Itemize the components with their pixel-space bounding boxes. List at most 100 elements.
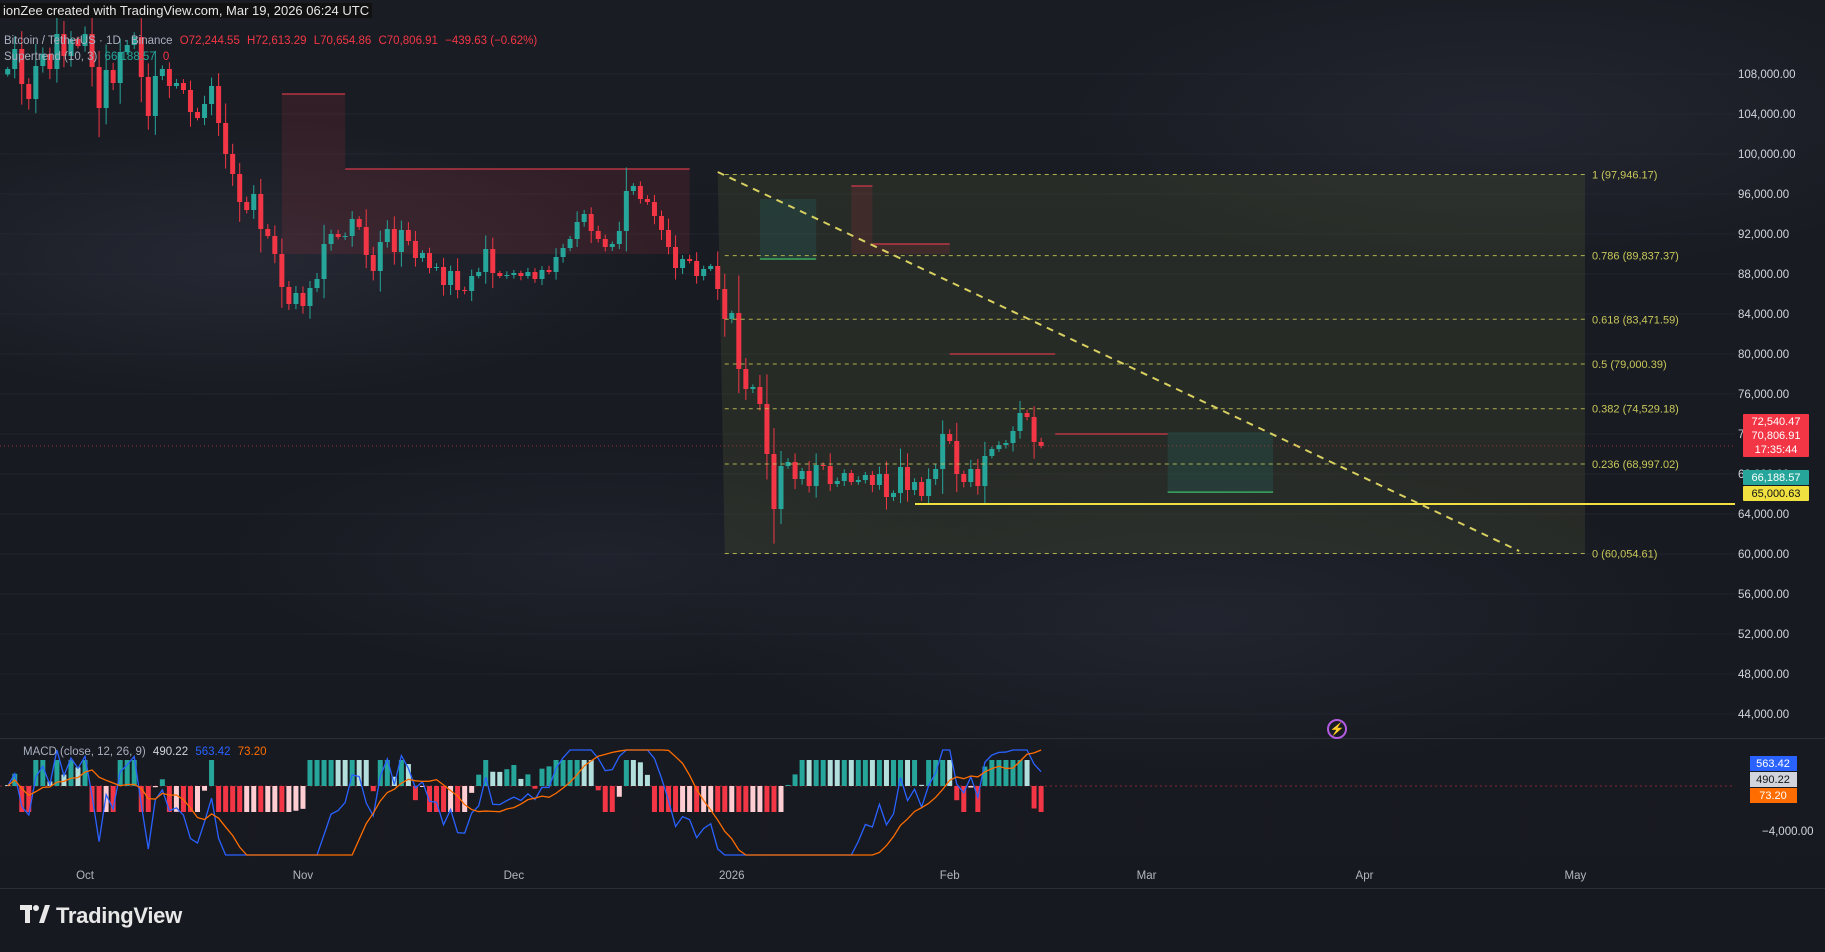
price-label-text: 70,806.91: [1752, 430, 1801, 442]
candle-body: [827, 466, 833, 484]
candle-body: [258, 194, 264, 229]
macd-value-3: 73.20: [237, 746, 267, 758]
candle-body: [328, 234, 334, 244]
candle-body: [975, 469, 981, 486]
candle-body: [1038, 442, 1044, 446]
candle-body: [588, 214, 594, 231]
macd-histogram-bar: [820, 760, 826, 786]
candle-body: [216, 86, 222, 123]
macd-histogram-bar: [209, 760, 215, 786]
macd-histogram-bar: [469, 786, 475, 793]
candle-body: [419, 253, 425, 258]
macd-histogram-bar: [954, 786, 960, 801]
price-label-text: 72,540.47: [1752, 416, 1801, 428]
chart-credit: ionZee created with TradingView.com, Mar…: [0, 3, 373, 18]
candle-body: [307, 288, 313, 306]
time-axis: Oct Nov Dec 2026 Feb Mar Apr May: [76, 870, 1586, 882]
candle-body: [455, 271, 461, 290]
macd-histogram-bar: [609, 786, 615, 812]
macd-histogram-bar: [370, 786, 376, 792]
macd-histogram-bar: [771, 786, 777, 812]
macd-histogram-bar: [673, 786, 679, 812]
macd-histogram-bar: [286, 786, 292, 812]
candle-body: [251, 194, 257, 210]
fib-level-label: 0 (60,054.61): [1592, 548, 1657, 560]
candle-body: [5, 69, 11, 75]
candle-body: [666, 230, 672, 247]
candle-body: [933, 469, 939, 479]
macd-histogram-bar: [1010, 760, 1016, 786]
tradingview-logo-icon: [20, 903, 50, 929]
candle-body: [553, 257, 559, 272]
candle-body: [476, 272, 482, 276]
candle-body: [883, 474, 889, 497]
macd-histogram-bar: [1003, 760, 1009, 786]
candle-body: [560, 248, 566, 257]
candle-body: [152, 76, 158, 116]
macd-histogram-bar: [342, 760, 348, 786]
macd-histogram-bar: [588, 760, 594, 786]
price-axis: 108,000.00 104,000.00 100,000.00 96,000.00 9…: [1738, 69, 1809, 721]
macd-histogram-bar: [159, 779, 165, 786]
macd-histogram-bar: [989, 760, 995, 786]
macd-histogram-bar: [799, 760, 805, 786]
candle-body: [680, 259, 686, 268]
candle-body: [905, 467, 911, 490]
price-tick-label: 64,000.00: [1738, 509, 1789, 521]
macd-histogram-bar: [869, 760, 875, 786]
candle-body: [300, 293, 306, 306]
candle-body: [799, 471, 805, 479]
macd-histogram-bar: [230, 786, 236, 812]
macd-histogram-bar: [539, 768, 545, 786]
macd-histogram-bar: [1017, 760, 1023, 786]
macd-histogram-bar: [307, 760, 313, 786]
price-chart[interactable]: 1 (97,946.17) 0.786 (89,837.37) 0.618 (83,…: [0, 0, 1825, 952]
candle-body: [1010, 431, 1016, 443]
macd-histogram-bar: [427, 786, 432, 812]
supertrend-value: 66,188.57: [104, 51, 156, 63]
candle-body: [405, 230, 411, 241]
time-tick-label: Feb: [940, 870, 960, 882]
fib-level-label: 0.5 (79,000.39): [1592, 359, 1667, 371]
candle-body: [658, 216, 664, 230]
macd-histogram-bar: [223, 786, 229, 812]
lightning-icon[interactable]: ⚡: [1327, 719, 1347, 739]
candle-body: [771, 454, 777, 509]
macd-histogram-bar: [996, 760, 1002, 786]
macd-legend[interactable]: MACD (close, 12, 26, 9) 490.22 563.42 73…: [23, 746, 266, 758]
macd-label-text: 563.42: [1756, 758, 1790, 770]
time-tick-label: Mar: [1137, 870, 1157, 882]
fib-level-label: 0.382 (74,529.18): [1592, 404, 1679, 416]
candle-body: [335, 234, 341, 237]
supertrend-fill: [1167, 432, 1274, 493]
price-tick-label: 84,000.00: [1738, 309, 1789, 321]
symbol-legend: Bitcoin / TetherUS · 1D · Binance O72,24…: [4, 35, 537, 47]
macd-histogram-bar: [202, 786, 208, 791]
candle-body: [377, 242, 383, 271]
candle-body: [546, 270, 552, 272]
candle-body: [265, 229, 271, 236]
macd-histogram-bar: [912, 760, 918, 786]
candle-body: [202, 104, 208, 118]
ohlc-high: H72,613.29: [247, 35, 307, 47]
candle-body: [434, 267, 440, 268]
candle-body: [989, 449, 995, 456]
macd-tick-label: −4,000.00: [1762, 826, 1813, 838]
price-tick-label: 44,000.00: [1738, 709, 1789, 721]
supertrend-fill: [851, 186, 873, 254]
pane-separator[interactable]: [0, 738, 1825, 739]
candle-body: [145, 77, 151, 116]
tradingview-logo[interactable]: TradingView: [20, 903, 182, 929]
macd-histogram-bar: [244, 786, 250, 812]
candle-body: [609, 244, 615, 247]
price-label-text: 65,000.63: [1752, 488, 1801, 500]
candle-body: [504, 275, 510, 276]
candle-body: [490, 249, 496, 273]
macd-histogram-bar: [757, 786, 763, 812]
macd-histogram-bar: [33, 760, 39, 786]
candle-body: [919, 482, 925, 496]
candle-body: [869, 475, 875, 485]
candle-body: [427, 253, 432, 268]
supertrend-legend[interactable]: Supertrend (10, 3) 66,188.57 0: [4, 51, 169, 63]
price-tick-label: 108,000.00: [1738, 69, 1796, 81]
